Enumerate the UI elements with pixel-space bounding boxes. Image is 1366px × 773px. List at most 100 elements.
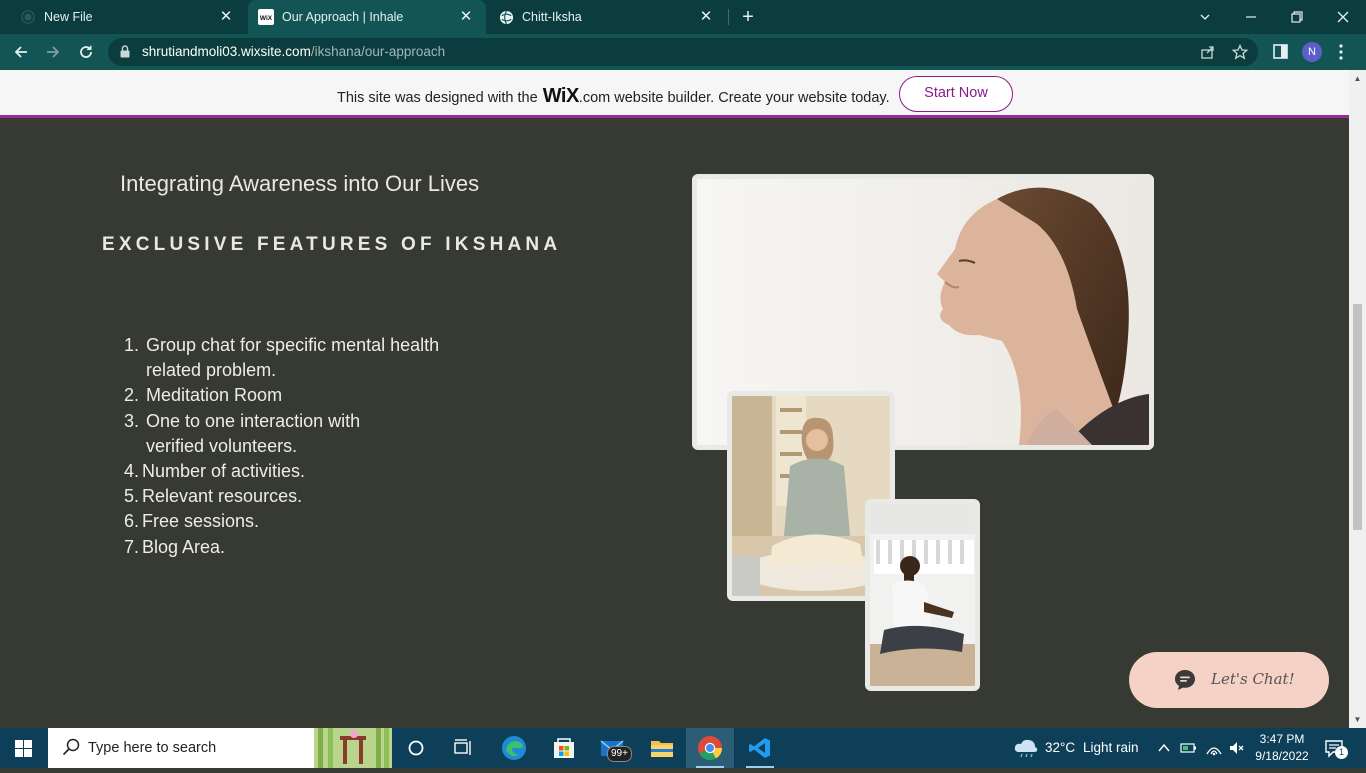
new-tab-button[interactable]: + xyxy=(738,7,758,27)
wix-banner: This site was designed with the WiX .com … xyxy=(0,70,1349,118)
forward-icon[interactable] xyxy=(42,41,64,63)
feature-item: 1. Group chat for specific mental health … xyxy=(124,333,454,383)
wix-logo[interactable]: WiX xyxy=(543,85,580,108)
url-path: /ikshana/our-approach xyxy=(310,44,446,59)
feature-number: 4. xyxy=(124,461,140,482)
svg-text:WiX: WiX xyxy=(260,15,273,22)
windows-start-button[interactable] xyxy=(0,728,48,768)
feature-item: 5. Relevant resources. xyxy=(124,484,454,509)
feature-text: Meditation Room xyxy=(146,385,283,406)
feature-number: 6. xyxy=(124,511,140,532)
cortana-icon[interactable] xyxy=(392,728,440,768)
system-clock[interactable]: 3:47 PM 9/18/2022 xyxy=(1250,731,1314,765)
notification-count: 1 xyxy=(1335,746,1348,759)
volume-muted-icon[interactable] xyxy=(1228,740,1244,756)
page-scrollbar[interactable]: ▲ ▼ xyxy=(1349,70,1366,728)
lock-icon[interactable] xyxy=(120,45,130,58)
wix-banner-text-before: This site was designed with the xyxy=(337,90,538,106)
wix-banner-text-after: .com website builder. Create your websit… xyxy=(578,90,890,106)
close-window-icon[interactable] xyxy=(1320,0,1366,34)
feature-text: Number of activities. xyxy=(142,461,306,482)
lets-chat-button[interactable]: Let's Chat! xyxy=(1129,652,1329,708)
scrollbar-thumb[interactable] xyxy=(1353,304,1362,530)
github-icon xyxy=(20,9,36,25)
page-heading: EXCLUSIVE FEATURES OF IKSHANA xyxy=(102,234,562,255)
tab-new-file[interactable]: New File ✕ xyxy=(0,0,246,34)
wix-banner-tail: WiX .com website builder. Create your web… xyxy=(543,85,890,108)
side-panel-icon[interactable] xyxy=(1269,41,1291,63)
mail-badge: 99+ xyxy=(607,746,632,762)
share-icon[interactable] xyxy=(1199,44,1217,62)
address-bar[interactable]: shrutiandmoli03.wixsite.com/ikshana/our-… xyxy=(108,38,1258,66)
close-tab-icon[interactable]: ✕ xyxy=(698,9,714,25)
meditation-photo-man xyxy=(865,499,980,691)
tab-separator xyxy=(728,9,729,25)
notification-center-icon[interactable]: 1 xyxy=(1323,738,1348,760)
wix-banner-text: This site was designed with the WiX .com … xyxy=(337,85,890,108)
page-content: Integrating Awareness into Our Lives EXC… xyxy=(0,121,1349,728)
search-placeholder: Type here to search xyxy=(88,740,217,756)
feature-text: Blog Area. xyxy=(142,536,226,557)
feature-item: 7. Blog Area. xyxy=(124,535,454,560)
feature-number: 5. xyxy=(124,486,140,507)
tab-our-approach[interactable]: WiX Our Approach | Inhale ✕ xyxy=(248,0,486,34)
start-now-button[interactable]: Start Now xyxy=(899,76,1013,112)
scroll-up-icon[interactable]: ▲ xyxy=(1349,70,1366,87)
lets-chat-label: Let's Chat! xyxy=(1211,670,1295,688)
feature-number: 2. xyxy=(124,385,140,406)
vscode-icon[interactable] xyxy=(736,728,784,768)
weather-text[interactable]: Light rain xyxy=(1083,740,1139,755)
wix-icon: WiX xyxy=(258,9,274,25)
page-subtitle: Integrating Awareness into Our Lives xyxy=(120,171,480,196)
feature-item: 6. Free sessions. xyxy=(124,509,454,534)
feature-number: 3. xyxy=(124,410,140,431)
search-highlight-image[interactable] xyxy=(314,728,392,768)
feature-item: 3. One to one interaction with verified v… xyxy=(124,409,454,459)
reload-icon[interactable] xyxy=(75,41,97,63)
tab-title: Our Approach | Inhale xyxy=(282,10,404,24)
scroll-down-icon[interactable]: ▼ xyxy=(1349,711,1366,728)
feature-number: 1. xyxy=(124,335,140,355)
tab-search-icon[interactable] xyxy=(1182,0,1228,34)
file-explorer-icon[interactable] xyxy=(638,728,686,768)
url-host: shrutiandmoli03.wixsite.com xyxy=(142,44,311,59)
tab-title: New File xyxy=(44,10,93,24)
globe-icon xyxy=(498,9,514,25)
task-view-icon[interactable] xyxy=(440,728,488,768)
mail-icon[interactable]: 99+ xyxy=(590,728,638,768)
close-tab-icon[interactable]: ✕ xyxy=(458,9,474,25)
url-text: shrutiandmoli03.wixsite.com/ikshana/our-… xyxy=(142,44,445,59)
edge-icon[interactable] xyxy=(490,728,538,768)
browser-menu-icon[interactable] xyxy=(1336,41,1346,63)
feature-text: Relevant resources. xyxy=(142,486,303,507)
weather-temp[interactable]: 32°C xyxy=(1045,740,1075,755)
feature-text: One to one interaction with verified vol… xyxy=(146,410,361,456)
search-icon xyxy=(62,738,80,756)
browser-tab-strip: New File ✕ WiX Our Approach | Inhale ✕ C… xyxy=(0,0,1366,34)
restore-icon[interactable] xyxy=(1274,0,1320,34)
bookmark-star-icon[interactable] xyxy=(1231,43,1249,62)
clock-date: 9/18/2022 xyxy=(1255,749,1309,763)
profile-avatar[interactable]: N xyxy=(1302,42,1322,62)
clock-time: 3:47 PM xyxy=(1259,732,1305,746)
tab-chitt-iksha[interactable]: Chitt-Iksha ✕ xyxy=(488,0,726,34)
feature-number: 7. xyxy=(124,536,140,557)
feature-item: 2. Meditation Room xyxy=(124,383,454,408)
chat-bubble-icon xyxy=(1173,668,1197,692)
feature-text: Group chat for specific mental health re… xyxy=(146,335,440,381)
chevron-up-icon[interactable] xyxy=(1157,741,1171,755)
weather-icon[interactable] xyxy=(1013,738,1039,758)
feature-item: 4. Number of activities. xyxy=(124,459,454,484)
windows-taskbar: Type here to search 99+ 32°C Light rain xyxy=(0,728,1366,768)
browser-toolbar: shrutiandmoli03.wixsite.com/ikshana/our-… xyxy=(0,34,1366,70)
wifi-icon[interactable] xyxy=(1205,740,1223,756)
taskbar-search-box[interactable]: Type here to search xyxy=(48,728,392,768)
close-tab-icon[interactable]: ✕ xyxy=(218,9,234,25)
back-icon[interactable] xyxy=(10,41,32,63)
minimize-icon[interactable] xyxy=(1228,0,1274,34)
features-list: 1. Group chat for specific mental health … xyxy=(124,333,454,560)
tab-title: Chitt-Iksha xyxy=(522,10,582,24)
microsoft-store-icon[interactable] xyxy=(540,728,588,768)
chrome-icon[interactable] xyxy=(686,728,734,768)
battery-icon[interactable] xyxy=(1180,741,1198,755)
